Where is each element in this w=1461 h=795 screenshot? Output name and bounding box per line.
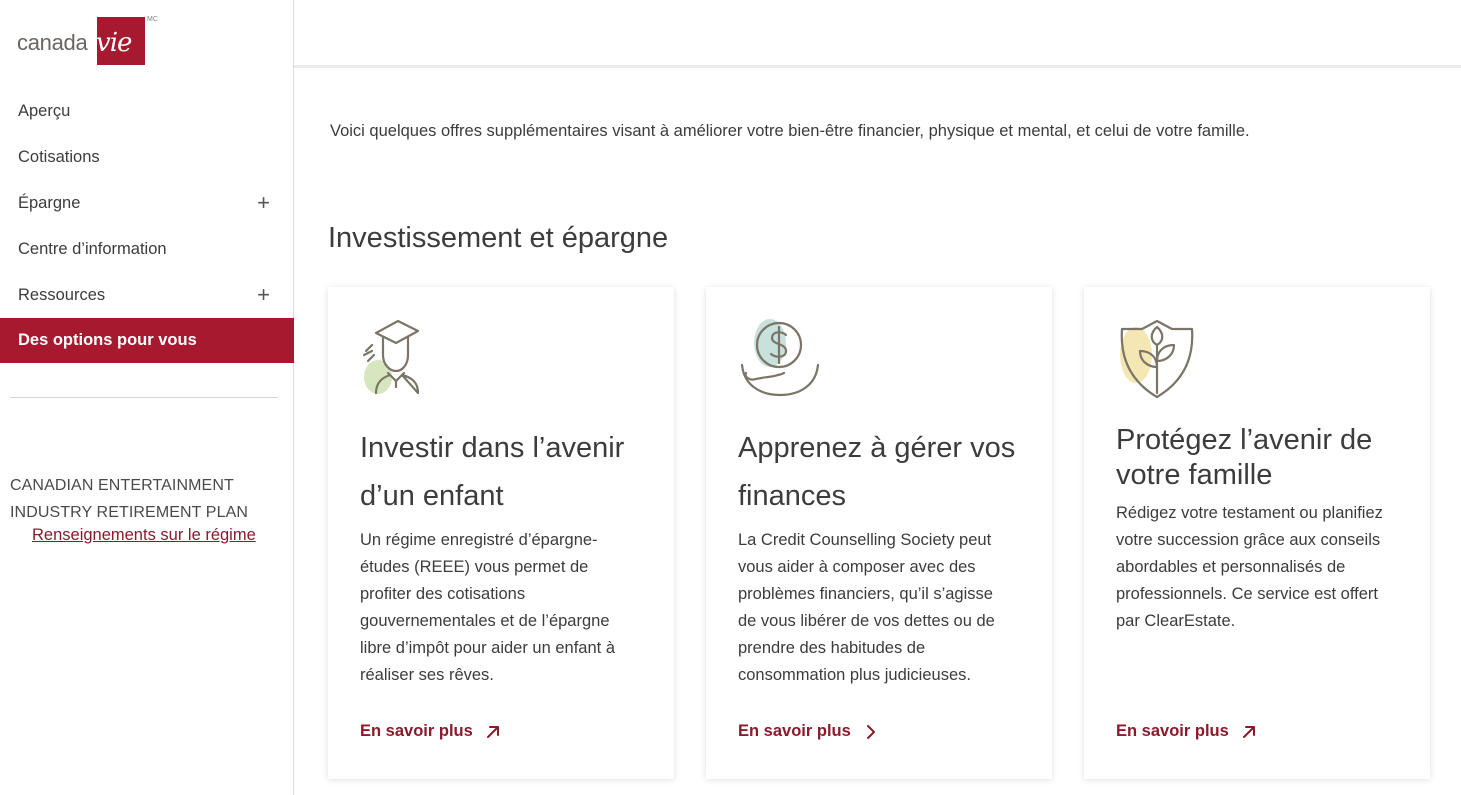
intro-text: Voici quelques offres supplémentaires vi… bbox=[330, 122, 1250, 140]
logo-superscript: MC bbox=[147, 16, 158, 23]
expand-plus-icon[interactable]: + bbox=[257, 284, 270, 306]
sidebar-item-apercu[interactable]: Aperçu bbox=[0, 88, 294, 134]
plan-name: CANADIAN ENTERTAINMENT INDUSTRY RETIREME… bbox=[10, 477, 249, 521]
sidebar-item-label: Ressources bbox=[18, 285, 106, 304]
sidebar-item-ressources[interactable]: Ressources + bbox=[0, 272, 294, 318]
learn-more-link[interactable]: En savoir plus bbox=[360, 722, 501, 741]
learn-more-label: En savoir plus bbox=[738, 722, 851, 740]
top-bar bbox=[294, 0, 1461, 68]
sidebar-item-label: Des options pour vous bbox=[18, 331, 197, 349]
graduate-icon bbox=[362, 319, 420, 395]
sidebar-item-label: Épargne bbox=[18, 193, 81, 212]
shield-plant-icon bbox=[1120, 319, 1194, 399]
external-arrow-icon bbox=[486, 725, 499, 738]
card-title: Apprenez à gérer vos finances bbox=[738, 432, 1016, 512]
expand-plus-icon[interactable]: + bbox=[257, 192, 270, 214]
sidebar-item-options[interactable]: Des options pour vous bbox=[0, 318, 294, 363]
dollar-bowl-icon bbox=[740, 319, 820, 397]
card-title: Protégez l’avenir de votre famille bbox=[1116, 424, 1373, 491]
sidebar-item-label: Centre d’information bbox=[18, 239, 167, 258]
learn-more-label: En savoir plus bbox=[360, 722, 473, 740]
sidebar-nav: Aperçu Cotisations Épargne + Centre d’in… bbox=[0, 88, 294, 363]
learn-more-link[interactable]: En savoir plus bbox=[738, 722, 879, 741]
learn-more-link[interactable]: En savoir plus bbox=[1116, 722, 1257, 741]
logo-mark: vie bbox=[96, 28, 132, 58]
card-body: Rédigez votre testament ou planifiez vot… bbox=[1116, 504, 1383, 630]
sidebar-item-label: Cotisations bbox=[18, 147, 100, 166]
sidebar-item-cotisations[interactable]: Cotisations bbox=[0, 134, 294, 180]
sidebar-item-centre-information[interactable]: Centre d’information bbox=[0, 226, 294, 272]
card-body: Un régime enregistré d’épargne-études (R… bbox=[360, 531, 615, 684]
learn-more-label: En savoir plus bbox=[1116, 722, 1229, 740]
sidebar-item-epargne[interactable]: Épargne + bbox=[0, 180, 294, 226]
sidebar: canada vie MC Aperçu Cotisations Épargne… bbox=[0, 0, 294, 795]
external-arrow-icon bbox=[1242, 725, 1255, 738]
card-title: Investir dans l’avenir d’un enfant bbox=[360, 432, 625, 512]
card-body: La Credit Counselling Society peut vous … bbox=[738, 531, 995, 684]
chevron-right-icon bbox=[866, 724, 875, 739]
section-title: Investissement et épargne bbox=[328, 222, 669, 254]
sidebar-item-label: Aperçu bbox=[18, 101, 71, 120]
logo-word: canada bbox=[17, 30, 88, 55]
plan-info-link[interactable]: Renseignements sur le régime bbox=[32, 526, 256, 545]
sidebar-divider bbox=[10, 397, 278, 398]
canada-vie-logo[interactable]: canada vie MC bbox=[17, 16, 162, 66]
offer-card-reee: Investir dans l’avenir d’un enfant Un ré… bbox=[328, 287, 674, 779]
offer-card-succession: Protégez l’avenir de votre famille Rédig… bbox=[1084, 287, 1430, 779]
offer-card-finances: Apprenez à gérer vos finances La Credit … bbox=[706, 287, 1052, 779]
